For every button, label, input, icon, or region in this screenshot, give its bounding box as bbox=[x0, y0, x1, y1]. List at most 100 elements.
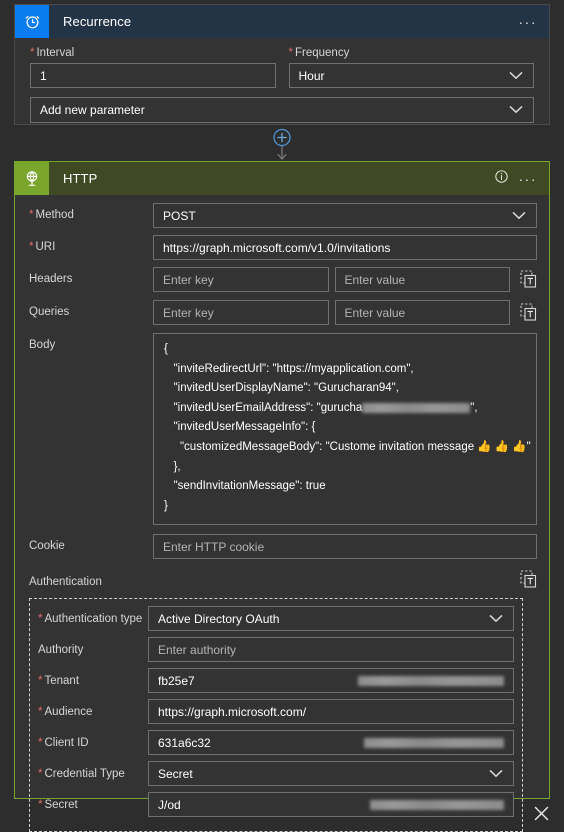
credential-type-select[interactable]: Secret bbox=[148, 761, 514, 787]
method-value: POST bbox=[163, 208, 196, 223]
method-select[interactable]: POST bbox=[153, 203, 537, 228]
http-card-header[interactable]: HTTP ··· bbox=[15, 162, 549, 195]
cookie-placeholder: Enter HTTP cookie bbox=[163, 539, 265, 554]
queries-key-value-pair: Enter key Enter value bbox=[153, 300, 510, 325]
required-asterisk: * bbox=[29, 209, 34, 221]
required-asterisk: * bbox=[38, 767, 43, 780]
authentication-switch-to-text-mode-icon[interactable] bbox=[520, 570, 537, 593]
headers-key-input[interactable]: Enter key bbox=[153, 267, 329, 292]
required-asterisk: * bbox=[38, 705, 43, 718]
body-line-email-redacted: "invitedUserEmailAddress": "gurucha ", bbox=[164, 399, 526, 419]
chevron-down-icon bbox=[489, 612, 503, 626]
tenant-label: * Tenant bbox=[38, 674, 80, 687]
body-line: } bbox=[164, 499, 168, 512]
connector-arrow bbox=[266, 128, 298, 162]
tenant-value: fb25e7 bbox=[158, 673, 195, 688]
alarm-clock-icon bbox=[15, 5, 49, 38]
queries-field: Enter key Enter value bbox=[153, 300, 537, 326]
info-icon[interactable] bbox=[494, 169, 509, 189]
client-id-label: * Client ID bbox=[38, 736, 89, 749]
authority-input[interactable]: Enter authority bbox=[148, 637, 514, 663]
required-asterisk: * bbox=[38, 612, 43, 625]
audience-field: https://graph.microsoft.com/ bbox=[148, 699, 514, 725]
secret-row: * Secret J/od bbox=[38, 792, 514, 818]
secret-input[interactable]: J/od bbox=[148, 792, 514, 818]
frequency-label: * Frequency bbox=[288, 47, 350, 59]
client-id-input[interactable]: 631a6c32 bbox=[148, 730, 514, 756]
authority-row: Authority Enter authority bbox=[38, 637, 514, 663]
recurrence-fields-row: * Interval 1 * Frequency Hour bbox=[30, 47, 534, 88]
tenant-input[interactable]: fb25e7 bbox=[148, 668, 514, 694]
required-asterisk: * bbox=[38, 798, 43, 811]
queries-value-input[interactable]: Enter value bbox=[334, 300, 510, 325]
audience-input[interactable]: https://graph.microsoft.com/ bbox=[148, 699, 514, 725]
secret-field: J/od bbox=[148, 792, 514, 818]
authentication-type-select[interactable]: Active Directory OAuth bbox=[148, 606, 514, 632]
logic-app-designer-canvas: Recurrence ··· *Interval 1 *Frequency bbox=[0, 0, 564, 832]
authentication-header: Authentication bbox=[15, 570, 549, 593]
headers-key-value-pair: Enter key Enter value bbox=[153, 267, 510, 292]
body-line: "invitedUserMessageInfo": { bbox=[164, 421, 316, 434]
frequency-value: Hour bbox=[298, 68, 325, 83]
uri-label: * URI bbox=[29, 241, 56, 253]
recurrence-card[interactable]: Recurrence ··· *Interval 1 *Frequency bbox=[14, 4, 550, 125]
uri-field: https://graph.microsoft.com/v1.0/invitat… bbox=[153, 235, 537, 260]
authority-label: Authority bbox=[38, 643, 84, 656]
credential-type-row: * Credential Type Secret bbox=[38, 761, 514, 787]
client-id-field: 631a6c32 bbox=[148, 730, 514, 756]
method-field: POST bbox=[153, 203, 537, 228]
authentication-type-field: Active Directory OAuth bbox=[148, 606, 514, 632]
uri-input[interactable]: https://graph.microsoft.com/v1.0/invitat… bbox=[153, 235, 537, 260]
body-label: Body bbox=[29, 339, 56, 351]
secret-value: J/od bbox=[158, 797, 181, 812]
body-line: "inviteRedirectUrl": "https://myapplicat… bbox=[164, 362, 414, 375]
headers-switch-to-text-mode-icon[interactable] bbox=[520, 267, 537, 293]
recurrence-card-header[interactable]: Recurrence ··· bbox=[15, 5, 549, 38]
uri-value: https://graph.microsoft.com/v1.0/invitat… bbox=[163, 240, 391, 255]
body-textarea[interactable]: { "inviteRedirectUrl": "https://myapplic… bbox=[153, 333, 537, 526]
headers-field: Enter key Enter value bbox=[153, 267, 537, 293]
audience-value: https://graph.microsoft.com/ bbox=[158, 704, 307, 719]
recurrence-more-menu-icon[interactable]: ··· bbox=[519, 15, 538, 29]
required-asterisk: * bbox=[38, 674, 43, 687]
interval-field-group: * Interval 1 bbox=[30, 47, 276, 88]
recurrence-header-actions: ··· bbox=[519, 15, 550, 29]
globe-icon bbox=[15, 162, 49, 195]
method-row: * Method POST bbox=[15, 203, 549, 228]
cookie-label: Cookie bbox=[29, 540, 65, 553]
queries-key-placeholder: Enter key bbox=[163, 305, 214, 320]
authentication-type-label: * Authentication type bbox=[38, 612, 143, 625]
headers-row: Headers Enter key Enter value bbox=[15, 267, 549, 293]
method-label: * Method bbox=[29, 209, 74, 221]
queries-switch-to-text-mode-icon[interactable] bbox=[520, 300, 537, 326]
authentication-type-row: * Authentication type Active Directory OA… bbox=[38, 606, 514, 632]
body-line: }, bbox=[164, 460, 181, 473]
queries-row: Queries Enter key Enter value bbox=[15, 300, 549, 326]
chevron-down-icon bbox=[489, 767, 503, 781]
chevron-down-icon bbox=[509, 103, 523, 117]
required-asterisk: * bbox=[288, 47, 293, 59]
cookie-field: Enter HTTP cookie bbox=[153, 534, 537, 560]
http-more-menu-icon[interactable]: ··· bbox=[519, 172, 538, 186]
tenant-field: fb25e7 bbox=[148, 668, 514, 694]
http-action-card[interactable]: HTTP ··· * Method POST * URI https://gra… bbox=[14, 161, 550, 832]
authority-field: Enter authority bbox=[148, 637, 514, 663]
recurrence-title: Recurrence bbox=[63, 14, 132, 29]
authentication-label: Authentication bbox=[29, 575, 102, 588]
required-asterisk: * bbox=[38, 736, 43, 749]
audience-label: * Audience bbox=[38, 705, 93, 718]
body-line: "customizedMessageBody": "Custome invita… bbox=[164, 440, 531, 453]
frequency-select[interactable]: Hour bbox=[288, 63, 534, 88]
headers-value-input[interactable]: Enter value bbox=[334, 267, 510, 292]
interval-input[interactable]: 1 bbox=[30, 63, 276, 88]
body-line: "invitedUserDisplayName": "Gurucharan94"… bbox=[164, 382, 399, 395]
queries-key-input[interactable]: Enter key bbox=[153, 300, 329, 325]
cookie-input[interactable]: Enter HTTP cookie bbox=[153, 534, 537, 560]
add-new-parameter-select[interactable]: Add new parameter bbox=[30, 97, 534, 123]
authentication-panel: * Authentication type Active Directory OA… bbox=[29, 598, 549, 832]
body-email-suffix: ", bbox=[470, 401, 478, 414]
http-title: HTTP bbox=[63, 171, 98, 186]
secret-label: * Secret bbox=[38, 798, 78, 811]
redacted-secret-block bbox=[370, 799, 504, 810]
recurrence-body: * Interval 1 * Frequency Hour Add new pa… bbox=[15, 38, 549, 123]
